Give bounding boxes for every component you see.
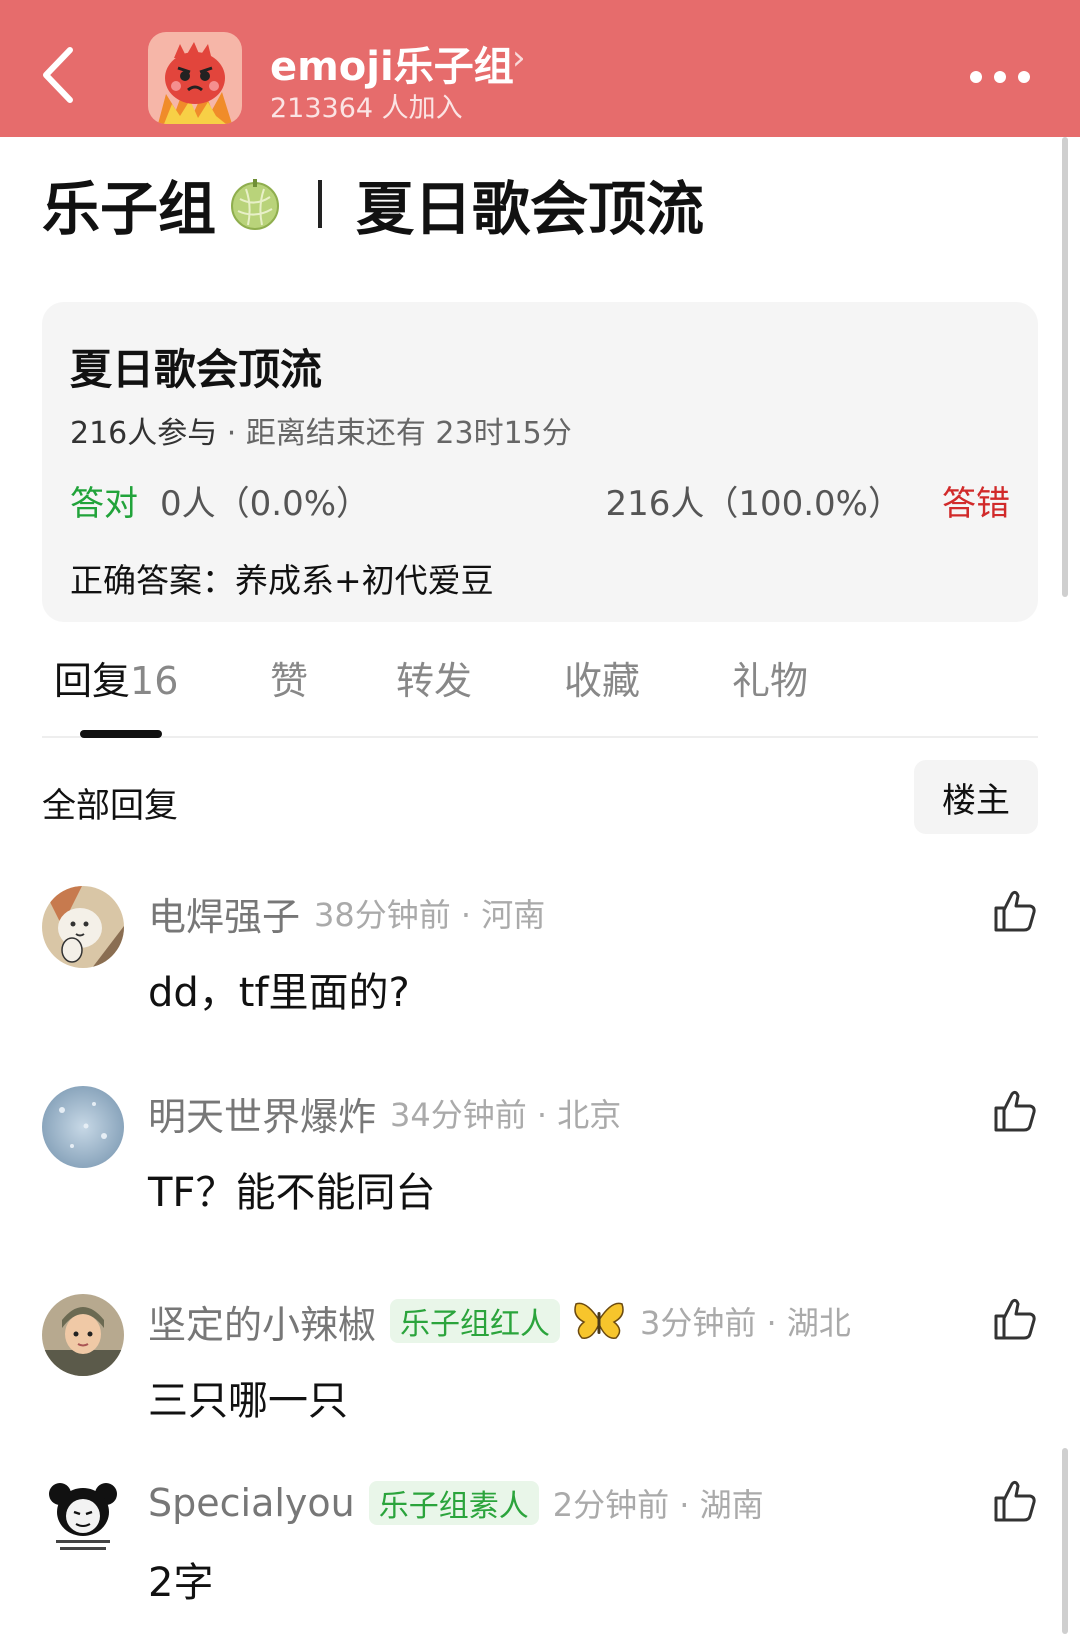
active-tab-indicator — [80, 730, 162, 738]
tab-reposts[interactable]: 转发 — [396, 650, 472, 705]
poll-meta: 216人参与 · 距离结束还有 23时15分 — [70, 408, 572, 452]
post-title-main: 夏日歌会顶流 — [356, 175, 705, 243]
comment-meta: 电焊强子 38分钟前 · 河南 — [148, 886, 546, 941]
tab-replies[interactable]: 回复16 — [54, 650, 178, 705]
correct-label: 答对 — [70, 484, 138, 524]
wrong-label: 答错 — [942, 484, 1010, 524]
butterfly-icon — [572, 1300, 626, 1342]
group-avatar[interactable] — [148, 32, 242, 124]
avatar[interactable] — [42, 1294, 124, 1376]
post-title: 乐子组 夏日歌会顶流 — [42, 164, 704, 244]
avatar[interactable] — [42, 1086, 124, 1168]
poll-deadline: 距离结束还有 23时15分 — [245, 416, 572, 451]
user-badge[interactable]: 乐子组素人 — [368, 1481, 539, 1525]
post-title-prefix: 乐子组 — [42, 175, 217, 243]
comment-text: dd，tf里面的? — [148, 970, 410, 1016]
top-bar: emoji乐子组 › 213364 人加入 — [0, 0, 1080, 137]
wrong-count: 216人（100.0%） — [605, 484, 902, 524]
tab-likes[interactable]: 赞 — [270, 650, 308, 705]
poll-result-card[interactable]: 夏日歌会顶流 216人参与 · 距离结束还有 23时15分 答对 0人（0.0%… — [42, 302, 1038, 622]
username[interactable]: Specialyou — [148, 1481, 355, 1525]
comment-text: 三只哪一只 — [148, 1378, 348, 1424]
all-replies-heading: 全部回复 — [42, 786, 178, 826]
back-arrow-icon[interactable] — [36, 40, 86, 110]
tab-replies-count: 16 — [130, 659, 179, 703]
comment-time-location: 34分钟前 · 北京 — [390, 1096, 622, 1134]
thumbs-up-icon[interactable] — [992, 888, 1038, 934]
thumbs-up-icon[interactable] — [992, 1088, 1038, 1134]
poll-meta-separator: · — [217, 416, 246, 451]
poll-participants: 216人参与 — [70, 416, 218, 451]
thumbs-up-icon[interactable] — [992, 1478, 1038, 1524]
group-name[interactable]: emoji乐子组 — [270, 34, 514, 92]
melon-emoji-icon — [231, 179, 280, 230]
comment-meta: 坚定的小辣椒 乐子组红人 3分钟前 · 湖北 — [148, 1294, 851, 1349]
tab-bar: 回复16 赞 转发 收藏 礼物 — [42, 650, 1038, 738]
poll-title: 夏日歌会顶流 — [70, 345, 323, 394]
tab-gifts[interactable]: 礼物 — [732, 650, 808, 705]
tab-replies-label: 回复 — [54, 659, 131, 703]
comment-time-location: 2分钟前 · 湖南 — [552, 1486, 764, 1524]
user-badge[interactable]: 乐子组红人 — [390, 1299, 561, 1343]
correct-count: 0人（0.0%） — [160, 484, 371, 524]
comment-text: TF？能不能同台 — [148, 1170, 436, 1216]
username[interactable]: 电焊强子 — [148, 886, 300, 941]
comment-text: 2字 — [148, 1560, 214, 1606]
avatar[interactable] — [42, 886, 124, 968]
comment-time-location: 3分钟前 · 湖北 — [640, 1304, 851, 1342]
title-divider — [318, 180, 323, 228]
comment-meta: 明天世界爆炸 34分钟前 · 北京 — [148, 1086, 622, 1141]
avatar[interactable] — [42, 1476, 124, 1558]
chevron-right-icon[interactable]: › — [512, 38, 526, 78]
scrollbar[interactable] — [1062, 137, 1068, 597]
owner-only-button[interactable]: 楼主 — [914, 760, 1038, 834]
thumbs-up-icon[interactable] — [992, 1296, 1038, 1342]
more-options-icon[interactable] — [964, 62, 1054, 92]
username[interactable]: 坚定的小辣椒 — [148, 1294, 376, 1349]
comment-time-location: 38分钟前 · 河南 — [314, 896, 546, 934]
correct-answer: 正确答案：养成系+初代爱豆 — [70, 561, 494, 600]
poll-stats: 答对 0人（0.0%） 216人（100.0%） 答错 — [70, 476, 1010, 524]
group-member-count: 213364 人加入 — [270, 93, 463, 124]
scrollbar[interactable] — [1062, 1448, 1068, 1634]
comment-meta: Specialyou 乐子组素人 2分钟前 · 湖南 — [148, 1478, 764, 1528]
username[interactable]: 明天世界爆炸 — [148, 1086, 376, 1141]
tab-favorites[interactable]: 收藏 — [564, 650, 640, 705]
